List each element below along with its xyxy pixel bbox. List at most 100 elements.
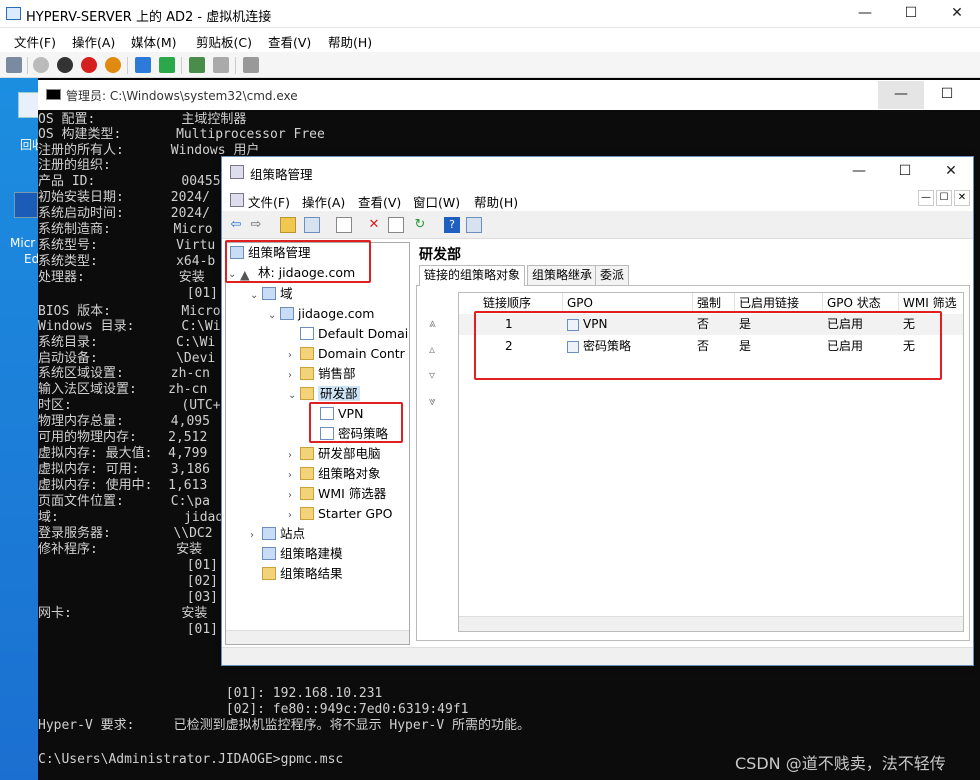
move-up-icon[interactable]: ▵ bbox=[429, 342, 435, 356]
vm-menu-action[interactable]: 操作(A) bbox=[72, 32, 115, 51]
mdi-restore-button[interactable]: ☐ bbox=[936, 190, 952, 206]
folder-icon bbox=[300, 507, 314, 520]
forward-arrow-icon[interactable]: ⇨ bbox=[248, 217, 264, 233]
expand-icon[interactable]: › bbox=[288, 506, 300, 526]
table-horizontal-scrollbar[interactable] bbox=[459, 616, 963, 631]
tab-inheritance[interactable]: 组策略继承 bbox=[527, 265, 598, 285]
console-line: 启动设备: \Devi bbox=[38, 351, 216, 366]
back-arrow-icon[interactable]: ⇦ bbox=[228, 217, 244, 233]
tree-ou-rd[interactable]: ⌄ 研发部 bbox=[288, 384, 360, 404]
tree-sites[interactable]: › 站点 bbox=[250, 524, 305, 544]
tab-delegation[interactable]: 委派 bbox=[595, 265, 630, 285]
vm-minimize-button[interactable]: — bbox=[842, 0, 888, 28]
cmd-title-bar: 管理员: C:\Windows\system32\cmd.exe — ☐ bbox=[38, 80, 980, 110]
tree-modeling[interactable]: 组策略建模 bbox=[262, 544, 343, 564]
console-line: 系统制造商: Micro bbox=[38, 222, 213, 237]
console-line: 域: jidao bbox=[38, 510, 224, 525]
console-line: 系统类型: x64-b bbox=[38, 254, 216, 269]
cmd-maximize-button[interactable]: ☐ bbox=[924, 81, 970, 109]
col-enforced[interactable]: 强制 bbox=[693, 293, 735, 313]
resume-icon[interactable] bbox=[159, 57, 175, 73]
expand-icon[interactable]: › bbox=[288, 446, 300, 466]
col-wmi-filter[interactable]: WMI 筛选 bbox=[899, 293, 963, 313]
ctrl-alt-del-icon[interactable] bbox=[6, 57, 22, 73]
mdi-close-button[interactable]: ✕ bbox=[954, 190, 970, 206]
tree-wmi-filters[interactable]: › WMI 筛选器 bbox=[288, 484, 386, 504]
expand-icon[interactable]: › bbox=[288, 366, 300, 386]
gpmc-menu-action[interactable]: 操作(A) bbox=[302, 192, 345, 211]
show-hide-tree-icon[interactable] bbox=[304, 217, 320, 233]
show-action-pane-icon[interactable] bbox=[466, 217, 482, 233]
tree-domain[interactable]: ⌄ jidaoge.com bbox=[268, 304, 374, 324]
tree-starter-gpo[interactable]: › Starter GPO bbox=[288, 504, 392, 524]
tree-domains[interactable]: ⌄ 域 bbox=[250, 284, 293, 304]
gpmc-menu-window[interactable]: 窗口(W) bbox=[413, 192, 460, 211]
edge-icon[interactable] bbox=[14, 192, 38, 218]
expand-icon[interactable]: › bbox=[250, 526, 262, 546]
collapse-icon[interactable]: ⌄ bbox=[268, 306, 280, 326]
vm-menu-clipboard[interactable]: 剪贴板(C) bbox=[196, 32, 252, 51]
start-icon[interactable] bbox=[33, 57, 49, 73]
gpmc-close-button[interactable]: ✕ bbox=[928, 158, 974, 186]
power-icon[interactable] bbox=[105, 57, 121, 73]
gpo-link-icon bbox=[300, 327, 314, 340]
up-folder-icon[interactable] bbox=[280, 217, 296, 233]
tree-default-domain-policy[interactable]: Default Domai bbox=[288, 324, 408, 344]
tree-ou-rd-pc[interactable]: › 研发部电脑 bbox=[288, 444, 381, 464]
gpmc-system-menu-icon[interactable] bbox=[230, 193, 244, 207]
console-line: [01]: bbox=[38, 558, 226, 573]
move-down-icon[interactable]: ▿ bbox=[429, 368, 435, 382]
gpmc-menu-help[interactable]: 帮助(H) bbox=[474, 192, 518, 211]
tree-domains-label: 域 bbox=[280, 286, 293, 301]
tab-linked-gpos[interactable]: 链接的组策略对象 bbox=[419, 265, 526, 286]
col-link-enabled[interactable]: 已启用链接 bbox=[735, 293, 823, 313]
expand-icon[interactable]: › bbox=[288, 346, 300, 366]
help-icon[interactable]: ? bbox=[444, 217, 460, 233]
gpmc-maximize-button[interactable]: ☐ bbox=[882, 158, 928, 186]
vm-menu-file[interactable]: 文件(F) bbox=[14, 32, 56, 51]
tree-gpo-objects[interactable]: › 组策略对象 bbox=[288, 464, 381, 484]
expand-icon[interactable]: › bbox=[288, 466, 300, 486]
tree-wmi-filters-label: WMI 筛选器 bbox=[318, 486, 387, 501]
collapse-icon[interactable]: ⌄ bbox=[250, 286, 262, 306]
tree-domain-label: jidaoge.com bbox=[298, 306, 375, 321]
console-line: 系统区域设置: zh-cn bbox=[38, 366, 210, 381]
refresh-icon[interactable]: ↻ bbox=[412, 217, 428, 233]
gpmc-minimize-button[interactable]: — bbox=[836, 158, 882, 186]
properties-icon[interactable] bbox=[388, 217, 404, 233]
turn-off-icon[interactable] bbox=[57, 57, 73, 73]
tree-horizontal-scrollbar[interactable] bbox=[226, 630, 409, 644]
revert-icon[interactable] bbox=[213, 57, 229, 73]
annotation-box-gpos bbox=[474, 311, 942, 380]
shutdown-icon[interactable] bbox=[81, 57, 97, 73]
ou-folder-icon bbox=[300, 367, 314, 380]
tree-domain-controllers[interactable]: › Domain Contr bbox=[288, 344, 405, 364]
vm-menu-help[interactable]: 帮助(H) bbox=[328, 32, 372, 51]
tree-gpo-objects-label: 组策略对象 bbox=[318, 466, 381, 481]
expand-icon[interactable]: › bbox=[288, 486, 300, 506]
gpmc-menu-view[interactable]: 查看(V) bbox=[358, 192, 401, 211]
tree-results[interactable]: 组策略结果 bbox=[262, 564, 343, 584]
vm-menu-media[interactable]: 媒体(M) bbox=[131, 32, 177, 51]
move-bottom-icon[interactable]: ⩔ bbox=[429, 394, 436, 409]
vm-close-button[interactable]: ✕ bbox=[934, 0, 980, 28]
collapse-icon[interactable]: ⌄ bbox=[288, 386, 300, 406]
col-gpo-status[interactable]: GPO 状态 bbox=[823, 293, 899, 313]
col-gpo[interactable]: GPO bbox=[563, 293, 693, 313]
gpmc-status-bar bbox=[222, 647, 973, 665]
enhanced-session-icon[interactable] bbox=[243, 57, 259, 73]
delete-icon[interactable]: ✕ bbox=[366, 217, 382, 233]
folder-icon bbox=[300, 487, 314, 500]
copy-icon[interactable] bbox=[336, 217, 352, 233]
annotation-box-links bbox=[309, 402, 403, 443]
mdi-minimize-button[interactable]: — bbox=[918, 190, 934, 206]
tree-ou-sales[interactable]: › 销售部 bbox=[288, 364, 356, 384]
gpmc-menu-file[interactable]: 文件(F) bbox=[248, 192, 290, 211]
pause-icon[interactable] bbox=[135, 57, 151, 73]
checkpoint-icon[interactable] bbox=[189, 57, 205, 73]
vm-maximize-button[interactable]: ☐ bbox=[888, 0, 934, 28]
col-link-order[interactable]: 链接顺序 bbox=[459, 293, 563, 313]
vm-menu-view[interactable]: 查看(V) bbox=[268, 32, 311, 51]
cmd-minimize-button[interactable]: — bbox=[878, 81, 924, 109]
move-top-icon[interactable]: ⩓ bbox=[429, 316, 436, 331]
